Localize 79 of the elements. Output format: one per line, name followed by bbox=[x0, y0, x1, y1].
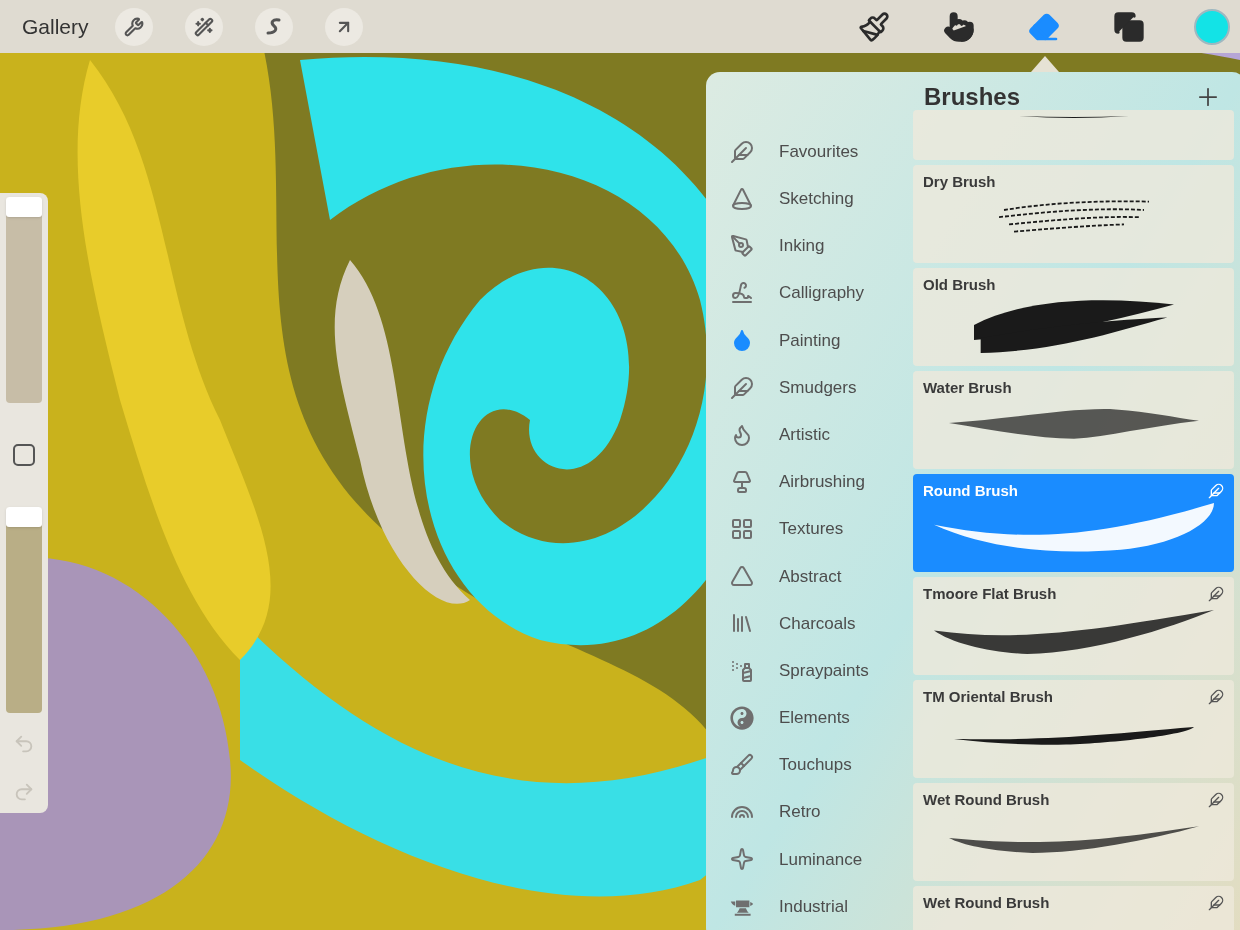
brush-card[interactable]: TM Oriental Brush bbox=[913, 680, 1234, 778]
category-item[interactable]: Smudgers bbox=[706, 363, 913, 412]
category-label: Calligraphy bbox=[779, 282, 865, 305]
tool-button[interactable] bbox=[114, 7, 153, 46]
brush-icon bbox=[730, 753, 754, 778]
brush-name: TM Oriental Brush bbox=[923, 687, 1053, 707]
category-item[interactable]: Sketching bbox=[706, 175, 913, 223]
finger-icon bbox=[943, 10, 975, 43]
slider-track[interactable] bbox=[6, 507, 42, 713]
brush-card[interactable]: Water Brush bbox=[913, 371, 1234, 469]
category-label: Painting bbox=[779, 329, 841, 352]
category-item[interactable]: Charcoals bbox=[706, 599, 913, 648]
selection-icon bbox=[264, 16, 283, 37]
category-item[interactable]: Textures bbox=[706, 505, 913, 553]
category-item[interactable]: Touchups bbox=[706, 741, 913, 789]
category-label: Touchups bbox=[779, 754, 852, 777]
feather-icon bbox=[730, 375, 754, 400]
category-item[interactable]: Elements bbox=[706, 694, 913, 742]
category-label: Artistic bbox=[779, 423, 830, 446]
brush-card[interactable]: Wet Round Brush bbox=[913, 783, 1234, 881]
cone-icon bbox=[730, 186, 754, 211]
category-label: Elements bbox=[779, 707, 850, 730]
category-label: Luminance bbox=[779, 848, 863, 871]
category-item[interactable]: Spraypaints bbox=[706, 647, 913, 695]
brush-name: Round Brush bbox=[923, 481, 1018, 501]
category-item[interactable]: Calligraphy bbox=[706, 269, 913, 317]
category-label: Smudgers bbox=[779, 376, 857, 399]
feather-icon bbox=[730, 139, 754, 164]
category-label: Textures bbox=[779, 518, 844, 541]
category-item[interactable]: Luminance bbox=[706, 835, 913, 883]
category-label: Abstract bbox=[779, 565, 842, 588]
category-label: Retro bbox=[779, 801, 821, 824]
squiggle-icon bbox=[730, 281, 754, 306]
category-label: Spraypaints bbox=[779, 659, 869, 682]
category-item[interactable]: Inking bbox=[706, 222, 913, 270]
category-label: Inking bbox=[779, 235, 825, 258]
brush-name: Old Brush bbox=[923, 275, 996, 295]
magic-wand-icon bbox=[193, 16, 214, 37]
brush-name: Tmoore Flat Brush bbox=[923, 584, 1057, 604]
brush-name: Wet Round Brush bbox=[923, 893, 1050, 913]
brush-card[interactable]: Old Brush bbox=[913, 268, 1234, 366]
brush-name: Wet Round Brush bbox=[923, 790, 1050, 810]
tool-button[interactable] bbox=[324, 7, 363, 46]
slider-thumb[interactable] bbox=[6, 507, 42, 527]
sparkle-icon bbox=[730, 847, 754, 872]
category-label: Industrial bbox=[779, 895, 848, 918]
spray-can-icon bbox=[730, 658, 754, 683]
category-label: Sketching bbox=[779, 188, 854, 211]
lamp-icon bbox=[730, 469, 754, 494]
category-item[interactable]: Artistic bbox=[706, 411, 913, 459]
brush-name: Dry Brush bbox=[923, 172, 996, 192]
tool-button[interactable] bbox=[184, 7, 223, 46]
layers-icon bbox=[1113, 10, 1145, 43]
brush-card[interactable]: Dry Brush bbox=[913, 165, 1234, 263]
color-swatch[interactable] bbox=[1194, 8, 1230, 45]
paintbrush-icon bbox=[858, 10, 890, 43]
category-label: Favourites bbox=[779, 140, 859, 163]
yin-yang-icon bbox=[730, 705, 754, 730]
brush-name: Water Brush bbox=[923, 378, 1012, 398]
category-item[interactable]: Industrial bbox=[706, 883, 913, 930]
square-button[interactable] bbox=[13, 444, 35, 466]
wrench-icon bbox=[123, 16, 144, 37]
slider-track[interactable] bbox=[6, 197, 42, 403]
grid-icon bbox=[730, 517, 754, 542]
brush-card[interactable]: Tmoore Flat Brush bbox=[913, 577, 1234, 675]
triangle-icon bbox=[730, 564, 754, 589]
brush-card[interactable]: Wet Round Brush bbox=[913, 886, 1234, 930]
category-item[interactable]: Airbrushing bbox=[706, 458, 913, 506]
tool-button[interactable] bbox=[254, 7, 293, 46]
slider-thumb[interactable] bbox=[6, 197, 42, 217]
category-item[interactable]: Favourites bbox=[706, 128, 913, 176]
category-label: Charcoals bbox=[779, 612, 856, 635]
panel-title: Brushes bbox=[924, 82, 1021, 112]
category-label: Airbrushing bbox=[779, 471, 865, 494]
category-item[interactable]: Painting bbox=[706, 316, 913, 364]
pen-nib-icon bbox=[730, 233, 754, 258]
category-item[interactable]: Abstract bbox=[706, 552, 913, 600]
gallery-button[interactable]: Gallery bbox=[22, 10, 89, 43]
category-item[interactable]: Retro bbox=[706, 788, 913, 836]
